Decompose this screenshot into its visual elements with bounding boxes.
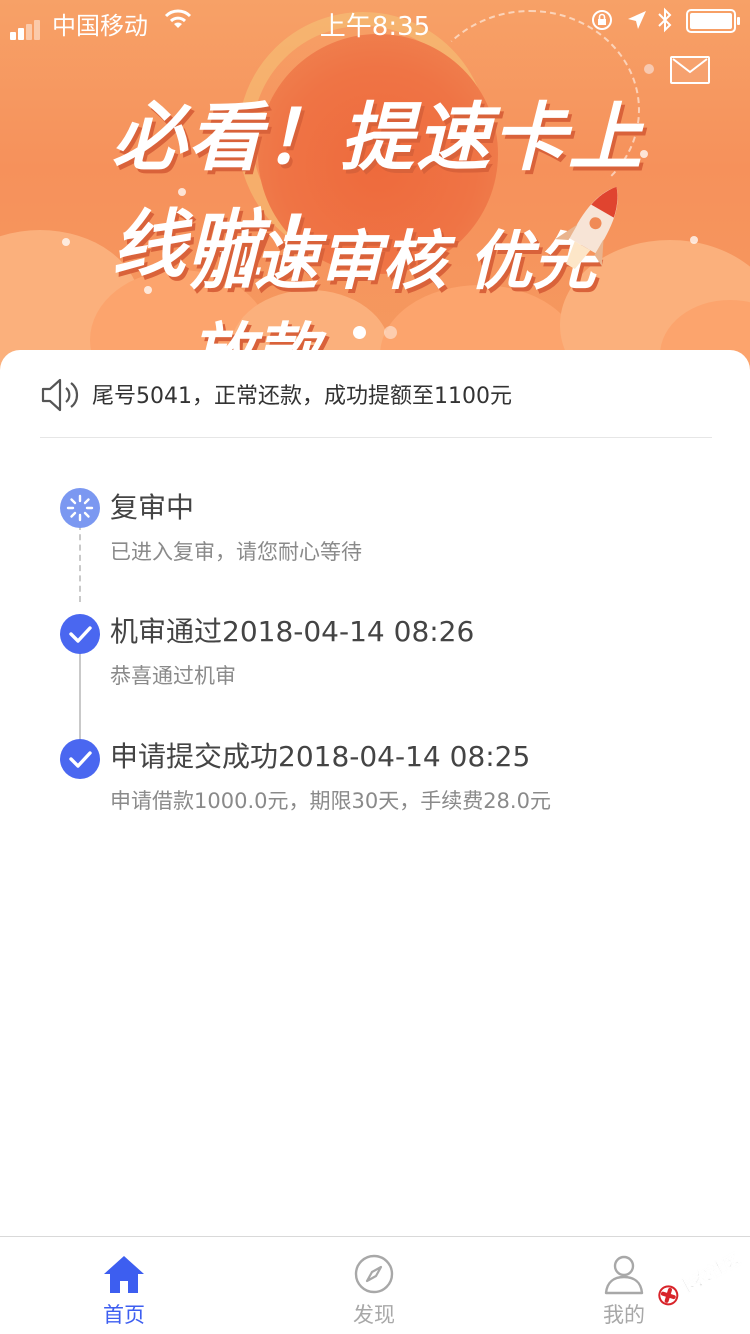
battery-icon xyxy=(686,9,740,33)
tab-home[interactable]: 首页 xyxy=(49,1253,199,1329)
step-title: 申请提交成功2018-04-14 08:25 xyxy=(110,740,531,773)
step-description: 恭喜通过机审 xyxy=(110,664,236,688)
tab-label: 发现 xyxy=(353,1303,395,1327)
bottom-tab-bar: 首页 发现 我的 xyxy=(0,1236,750,1334)
timeline-step: 复审中 已进入复审，请您耐心等待 xyxy=(0,480,750,590)
compass-icon xyxy=(354,1254,394,1294)
step-description: 已进入复审，请您耐心等待 xyxy=(110,540,362,564)
location-arrow-icon xyxy=(628,11,646,29)
check-circle-icon xyxy=(60,739,100,779)
loading-spinner-icon xyxy=(60,488,100,528)
speaker-icon xyxy=(41,378,79,412)
sparkle-decoration xyxy=(644,64,654,74)
home-icon xyxy=(104,1256,144,1293)
sparkle-decoration xyxy=(62,238,70,246)
carousel-dot-active[interactable] xyxy=(353,326,366,339)
mail-icon[interactable] xyxy=(670,56,710,84)
notice-bar[interactable]: 尾号5041，正常还款，成功提额至1100元 xyxy=(40,372,712,438)
carousel-dot[interactable] xyxy=(384,326,397,339)
main-card: 尾号5041，正常还款，成功提额至1100元 复审中 已进入复审，请您耐心等待 … xyxy=(0,350,750,1236)
notice-text: 尾号5041，正常还款，成功提额至1100元 xyxy=(92,384,512,409)
watermark-text: 卡农社区 xyxy=(674,1249,744,1299)
sparkle-decoration xyxy=(690,236,698,244)
rocket-icon xyxy=(555,186,618,270)
timeline-step: 机审通过2018-04-14 08:26 恭喜通过机审 xyxy=(0,604,750,714)
tab-label: 首页 xyxy=(103,1303,145,1327)
step-description: 申请借款1000.0元，期限30天，手续费28.0元 xyxy=(110,789,551,813)
tab-discover[interactable]: 发现 xyxy=(299,1253,449,1329)
status-bar: 中国移动 上午8:35 xyxy=(0,0,750,42)
step-title: 复审中 xyxy=(110,491,195,524)
carousel-indicator xyxy=(0,326,750,340)
promo-banner[interactable]: 必看！提速卡上线啦！ 加速审核 优先放款 xyxy=(0,0,750,372)
user-icon xyxy=(604,1255,644,1295)
watermark-logo: 卡农社区 xyxy=(658,1249,744,1306)
watermark: 卡农社区 xyxy=(652,1242,748,1306)
bluetooth-icon xyxy=(658,7,672,33)
step-title: 机审通过2018-04-14 08:26 xyxy=(110,615,475,648)
timeline-step: 申请提交成功2018-04-14 08:25 申请借款1000.0元，期限30天… xyxy=(0,729,750,839)
check-circle-icon xyxy=(60,614,100,654)
banner-subline: 加速审核 优先放款 xyxy=(190,225,597,372)
rotation-lock-icon xyxy=(592,10,612,30)
